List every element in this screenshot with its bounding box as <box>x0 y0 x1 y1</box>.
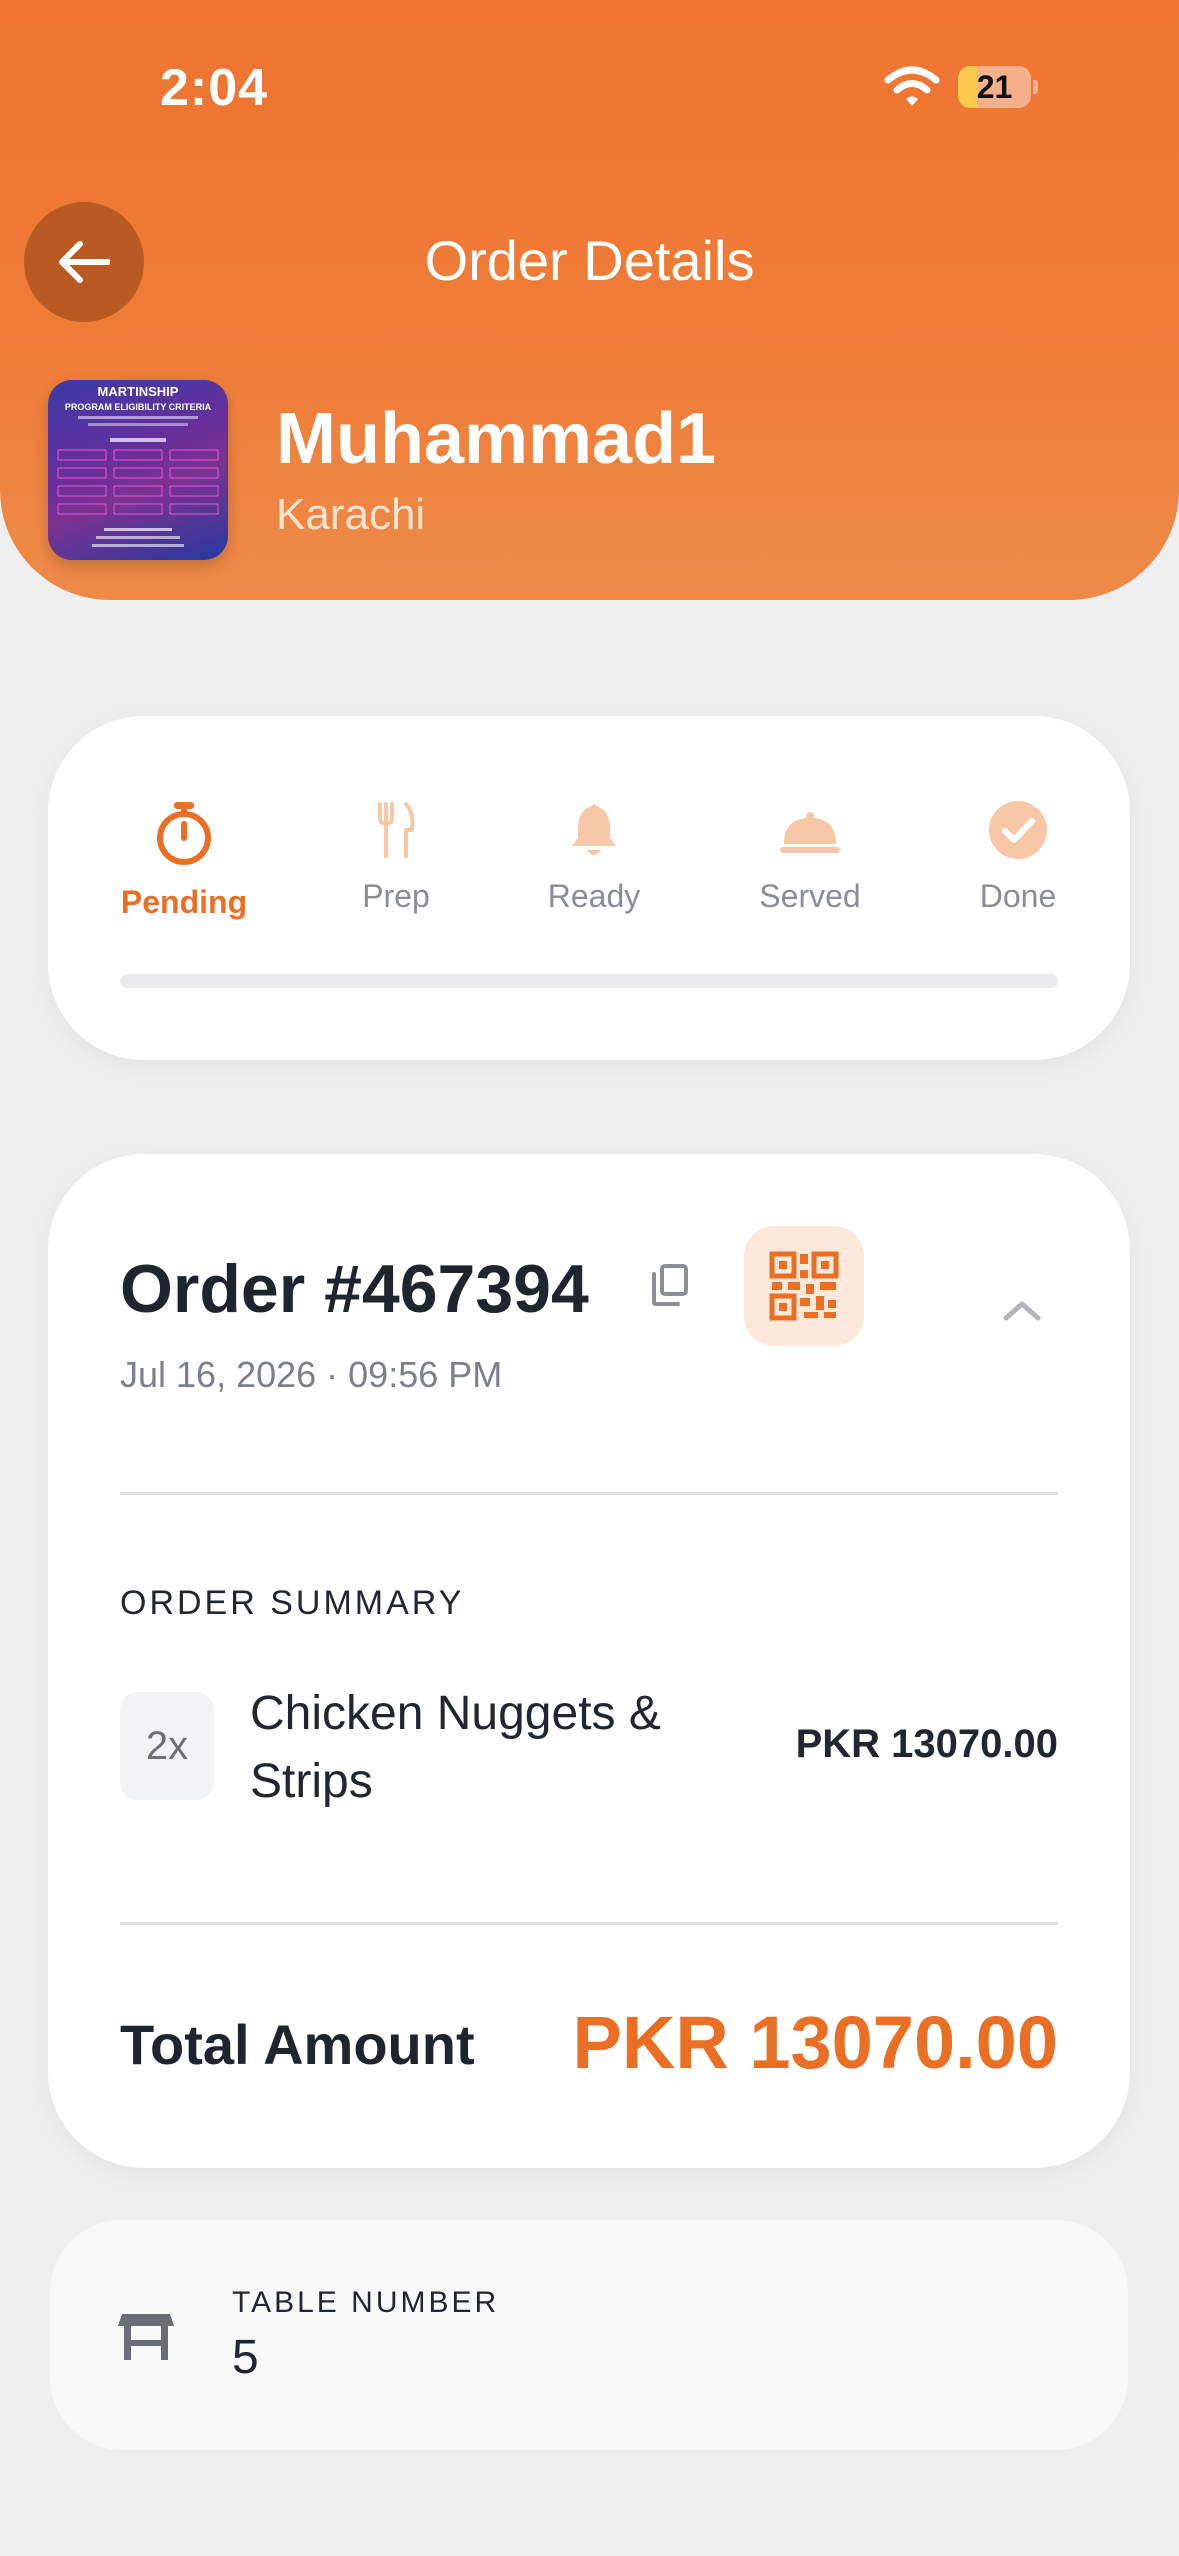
bell-icon <box>572 804 616 855</box>
copy-icon[interactable] <box>648 1262 690 1308</box>
table-number-card <box>50 2220 1128 2450</box>
timer-icon <box>157 802 211 865</box>
status-step-prep: Prep <box>306 800 486 915</box>
status-step-label: Ready <box>547 878 641 914</box>
table-number-value: 5 <box>232 2331 259 2384</box>
logo-line2: PROGRAM ELIGIBILITY CRITERIA <box>65 402 212 412</box>
chevron-up-icon[interactable] <box>1000 1296 1044 1324</box>
shop-city: Karachi <box>276 490 426 539</box>
order-number: Order #467394 <box>120 1251 589 1327</box>
table-icon <box>118 2314 174 2360</box>
status-step-pending: Pending <box>94 800 274 921</box>
shop-logo: MARTINSHIP PROGRAM ELIGIBILITY CRITERIA <box>48 380 228 560</box>
wifi-icon <box>884 66 940 106</box>
battery-level: 21 <box>958 66 1032 108</box>
item-price: PKR 13070.00 <box>795 1722 1058 1766</box>
status-step-label: Prep <box>362 878 430 914</box>
status-time: 2:04 <box>160 59 269 117</box>
status-step-label: Pending <box>120 884 248 920</box>
item-name: Chicken Nuggets & Strips <box>250 1687 661 1808</box>
status-step-label: Done <box>979 878 1057 914</box>
status-step-ready: Ready <box>504 800 684 915</box>
check-circle-icon <box>989 801 1047 859</box>
table-number-label: TABLE NUMBER <box>232 2286 500 2319</box>
fork-knife-icon <box>378 802 415 858</box>
order-summary-heading: ORDER SUMMARY <box>120 1584 465 1622</box>
total-label: Total Amount <box>120 2013 475 2076</box>
order-date: Jul 16, 2026 · 09:56 PM <box>120 1354 503 1395</box>
item-quantity: 2x <box>120 1692 214 1800</box>
qr-code-icon <box>769 1251 839 1321</box>
total-value: PKR 13070.00 <box>572 2001 1058 2084</box>
page-title: Order Details <box>424 229 755 292</box>
status-progress-bar <box>120 974 1058 988</box>
logo-line1: MARTINSHIP <box>98 384 179 399</box>
shop-name: Muhammad1 <box>276 399 717 479</box>
divider <box>120 1492 1058 1495</box>
status-step-done: Done <box>928 800 1108 915</box>
cloche-icon <box>780 812 840 853</box>
battery-indicator: 21 <box>958 64 1038 110</box>
qr-code-button[interactable] <box>744 1226 864 1346</box>
status-step-label: Served <box>759 878 861 914</box>
divider <box>120 1922 1058 1925</box>
battery-tip <box>1033 80 1038 94</box>
status-step-served: Served <box>720 800 900 915</box>
